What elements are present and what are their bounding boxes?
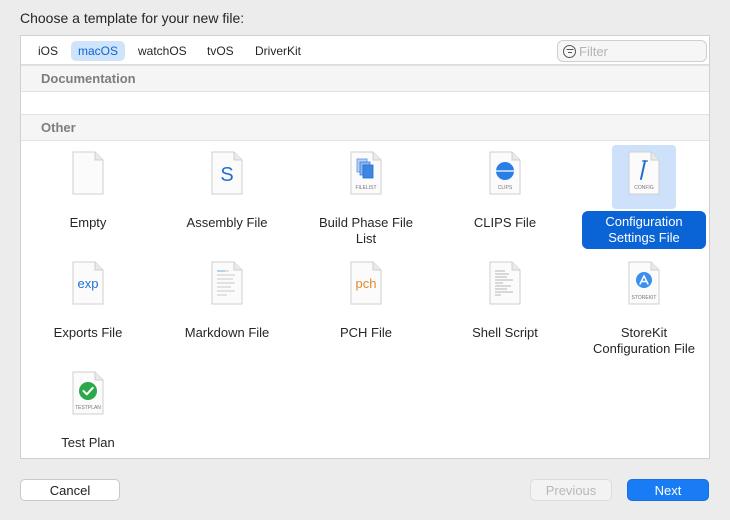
dialog-title: Choose a template for your new file: [20, 10, 245, 26]
tab-macos[interactable]: macOS [71, 41, 126, 61]
template-icon-wrap [473, 255, 537, 319]
template-label: Empty [69, 215, 107, 230]
section-header-documentation: Documentation [21, 65, 709, 92]
config-tag: CONFIG [634, 185, 654, 191]
clips-file-icon: CLIPS [489, 151, 521, 195]
storekit-file-icon: STOREKIT [628, 261, 660, 305]
template-icon-wrap: CONFIG [612, 145, 676, 209]
template-icon-wrap: TESTPLAN [56, 365, 120, 429]
template-pch-file[interactable]: pch PCH File [301, 251, 431, 359]
testplan-tag: TESTPLAN [75, 405, 101, 411]
template-test-plan[interactable]: TESTPLAN Test Plan [23, 361, 153, 458]
platform-tabbar: iOS macOS watchOS tvOS DriverKit [21, 36, 709, 65]
filter-input[interactable] [579, 42, 699, 60]
exports-glyph: exp [78, 276, 99, 291]
template-label: Assembly File [186, 215, 268, 230]
shell-script-icon [489, 261, 521, 305]
exports-file-icon: exp [72, 261, 104, 305]
template-label: CLIPS File [473, 215, 537, 230]
template-label: Build Phase File List [319, 215, 413, 246]
section-header-other: Other [21, 114, 709, 141]
config-file-icon: CONFIG [628, 151, 660, 195]
template-shell-script[interactable]: Shell Script [440, 251, 570, 359]
filter-field[interactable] [557, 40, 707, 62]
template-icon-wrap [56, 145, 120, 209]
template-empty[interactable]: Empty [23, 141, 153, 249]
template-label: Configuration Settings File [582, 211, 706, 249]
template-icon-wrap: pch [334, 255, 398, 319]
template-assembly-file[interactable]: S Assembly File [162, 141, 292, 249]
blank-document-icon [72, 151, 104, 195]
template-icon-wrap: S [195, 145, 259, 209]
filelist-icon: FILELIST [350, 151, 382, 195]
template-build-phase-file-list[interactable]: FILELIST Build Phase File List [301, 141, 431, 249]
template-configuration-settings-file[interactable]: CONFIG Configuration Settings File [579, 141, 709, 249]
filelist-tag: FILELIST [355, 185, 376, 191]
template-icon-wrap: CLIPS [473, 145, 537, 209]
template-icon-wrap: STOREKIT [612, 255, 676, 319]
template-label: StoreKit Configuration File [593, 325, 695, 356]
tab-watchos[interactable]: watchOS [131, 41, 194, 61]
tab-driverkit[interactable]: DriverKit [248, 41, 308, 61]
assembly-glyph: S [220, 164, 233, 186]
tab-ios[interactable]: iOS [31, 41, 65, 61]
pch-glyph: pch [356, 276, 377, 291]
template-label: PCH File [339, 325, 392, 340]
template-icon-wrap: FILELIST [334, 145, 398, 209]
next-button[interactable]: Next [627, 479, 709, 501]
cancel-button[interactable]: Cancel [20, 479, 120, 501]
template-clips-file[interactable]: CLIPS CLIPS File [440, 141, 570, 249]
test-plan-icon: TESTPLAN [72, 371, 104, 415]
template-markdown-file[interactable]: Markdown File [162, 251, 292, 359]
filter-icon [563, 45, 576, 58]
previous-button[interactable]: Previous [530, 479, 612, 501]
storekit-tag: STOREKIT [632, 295, 657, 301]
template-label: Exports File [53, 325, 123, 340]
template-label: Test Plan [61, 435, 115, 450]
template-exports-file[interactable]: exp Exports File [23, 251, 153, 359]
clips-tag: CLIPS [498, 185, 513, 191]
template-panel: iOS macOS watchOS tvOS DriverKit Documen… [20, 35, 710, 459]
template-icon-wrap [195, 255, 259, 319]
markdown-file-icon [211, 261, 243, 305]
template-label: Shell Script [472, 325, 538, 340]
template-icon-wrap: exp [56, 255, 120, 319]
template-storekit-configuration-file[interactable]: STOREKIT StoreKit Configuration File [579, 251, 709, 359]
tab-tvos[interactable]: tvOS [200, 41, 241, 61]
pch-file-icon: pch [350, 261, 382, 305]
assembly-file-icon: S [211, 151, 243, 195]
template-label: Markdown File [184, 325, 270, 340]
